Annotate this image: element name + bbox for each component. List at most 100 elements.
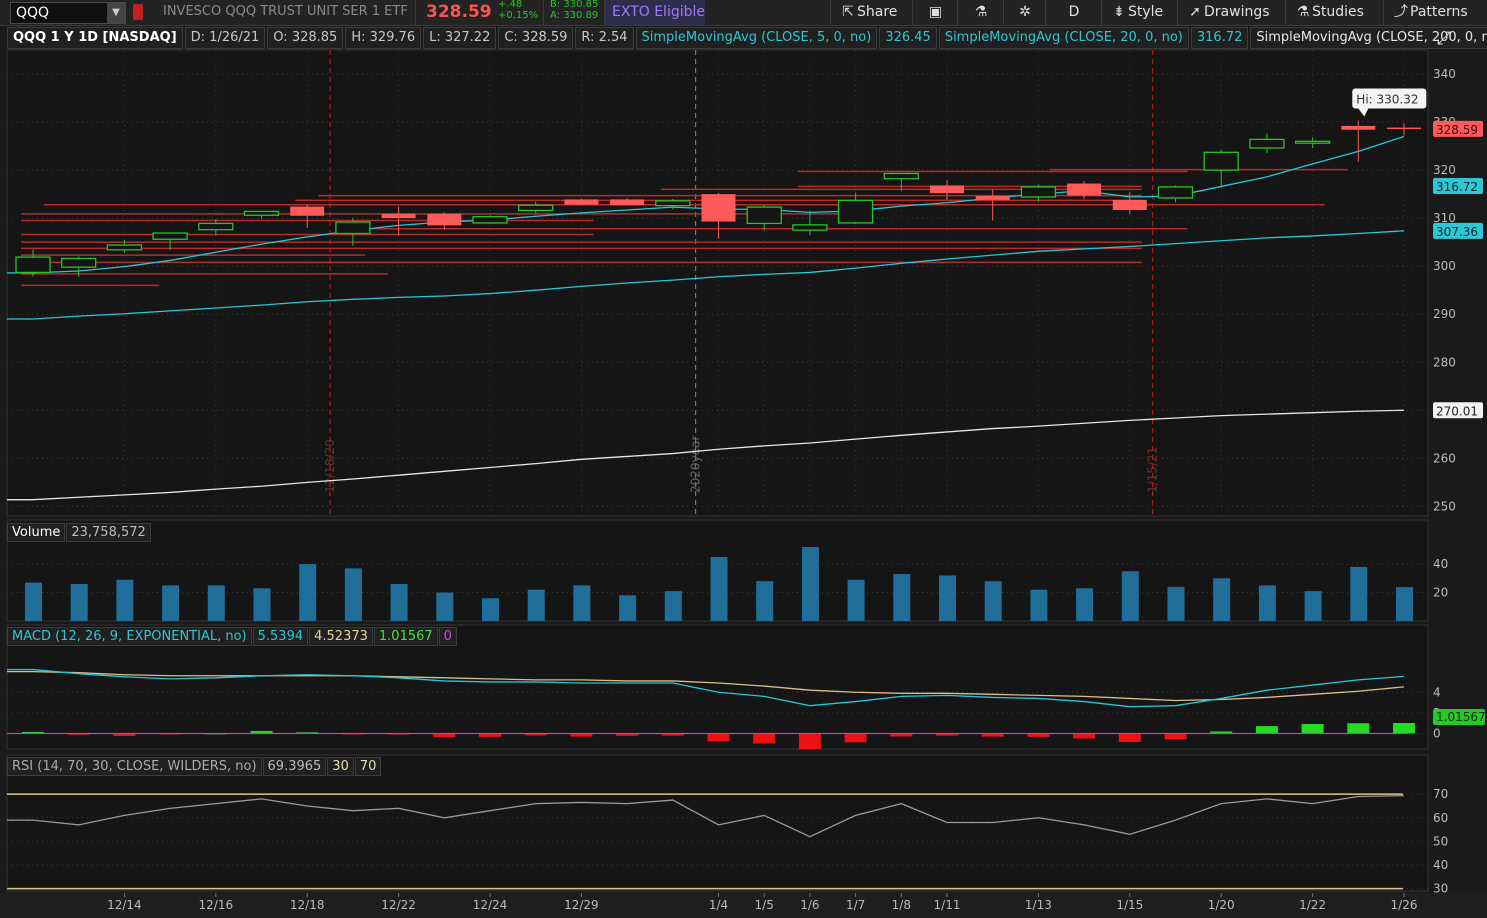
candle-body [472,216,508,224]
macd-tick-label: 0 [1433,727,1441,741]
volume-bar [1121,571,1139,621]
macd-histogram-bar [1301,724,1324,734]
macd-diff-tag: 1.01567 [1433,709,1486,726]
time-tick-label: 12/22 [381,898,416,912]
time-tick-label: 12/18 [290,898,325,912]
candle-body [1387,127,1421,130]
volume-pane: 2040 [6,519,1448,622]
time-tick-label: 1/5 [755,898,774,912]
volume-bar [893,574,911,621]
price-tick-label: 340 [1433,67,1456,81]
candle-body [61,257,97,268]
rsi-overbought: 70 [354,757,382,776]
candle-body [290,206,325,216]
volume-bar [116,579,134,621]
candle-body [746,206,782,225]
volume-bar [1213,578,1231,621]
volume-bar [1304,591,1322,621]
time-tick-label: 1/4 [709,898,728,912]
price-tick-label: 280 [1433,355,1456,369]
volume-bar [1167,586,1185,621]
volume-bar [619,595,637,621]
volume-bar [162,585,180,621]
macd-diff-tag-text: 1.01567 [1436,710,1486,724]
volume-tick-label: 20 [1433,586,1448,600]
candle-body [837,199,874,224]
high-callout-text: Hi: 330.32 [1356,93,1418,107]
price-axis: 250260270280290300310320330340270.01307.… [1433,67,1483,513]
candle-body [701,194,736,222]
price-tick-label: 250 [1433,499,1456,513]
time-tick-label: 1/8 [892,898,911,912]
volume-bar [1076,588,1094,621]
volume-tick-label: 40 [1433,557,1448,571]
candle-body [15,256,51,274]
volume-bar [1350,566,1368,621]
date-marker-label: 2020year [689,436,703,493]
candle-body [1112,199,1147,210]
candle-body [1067,183,1102,196]
volume-bar [253,588,271,621]
candle [472,215,508,224]
volume-bar [984,581,1002,621]
price-tick-label: 300 [1433,259,1456,273]
volume-title[interactable]: Volume [7,523,66,542]
date-marker-label: 12/18/20 [323,439,337,493]
macd-histogram-bar [707,733,730,742]
time-tick-label: 1/7 [846,898,865,912]
candle-body [1249,138,1285,149]
volume-bar [299,564,317,621]
candle-body [1203,151,1239,171]
time-tick-label: 12/29 [564,898,599,912]
time-tick-label: 12/14 [107,898,142,912]
rsi-value: 69.3965 [262,757,327,776]
volume-bar [756,581,774,621]
volume-bar [1258,585,1276,621]
volume-bar [801,547,819,621]
time-tick-label: 1/11 [934,898,961,912]
macd-pane-header: MACD (12, 26, 9, EXPONENTIAL, no) 5.5394… [7,627,458,646]
price-pane-bg [6,49,1429,517]
volume-bar [436,592,454,621]
macd-histogram-bar [1164,733,1187,740]
candle [564,198,599,206]
macd-histogram-bar [844,733,867,743]
rsi-title[interactable]: RSI (14, 70, 30, CLOSE, WILDERS, no) [7,757,262,776]
rsi-tick-label: 60 [1433,811,1448,825]
time-tick-label: 12/16 [199,898,234,912]
volume-bar [1030,589,1048,621]
macd-title[interactable]: MACD (12, 26, 9, EXPONENTIAL, no) [7,627,252,646]
macd-histogram-bar [753,733,776,744]
macd-histogram-bar [1118,733,1141,742]
last-price-tag-text: 328.59 [1436,123,1478,137]
rsi-oversold: 30 [327,757,354,776]
sma20-price-tag: 307.36 [1433,222,1483,239]
macd-histogram-bar [1255,726,1278,734]
candle-body [1020,186,1057,198]
rsi-tick-label: 40 [1433,858,1448,872]
macd-avg: 4.52373 [309,627,373,646]
price-tick-label: 260 [1433,451,1456,465]
candle-body [975,196,1010,200]
candle-body [1341,125,1376,130]
rsi-tick-label: 70 [1433,787,1448,801]
volume-bar [939,575,956,621]
candle-body [1157,186,1194,199]
candle-body [427,213,462,226]
time-tick-label: 1/26 [1391,898,1418,912]
volume-value: 23,758,572 [66,523,151,542]
sma20-price-tag-text: 307.36 [1436,225,1478,239]
candle-body [198,222,234,231]
volume-bar [527,589,545,621]
sma200-price-tag-text: 270.01 [1436,404,1478,418]
sma200-price-tag: 270.01 [1433,402,1483,419]
volume-bar [847,579,865,621]
time-tick-label: 1/13 [1025,898,1052,912]
volume-bar [344,568,362,621]
macd-histogram-bar [1073,733,1096,739]
macd-diff: 1.01567 [373,627,438,646]
time-tick-label: 1/15 [1116,898,1143,912]
macd-tick-label: 4 [1433,685,1441,699]
candle-body [518,204,554,212]
volume-bar [70,584,88,621]
